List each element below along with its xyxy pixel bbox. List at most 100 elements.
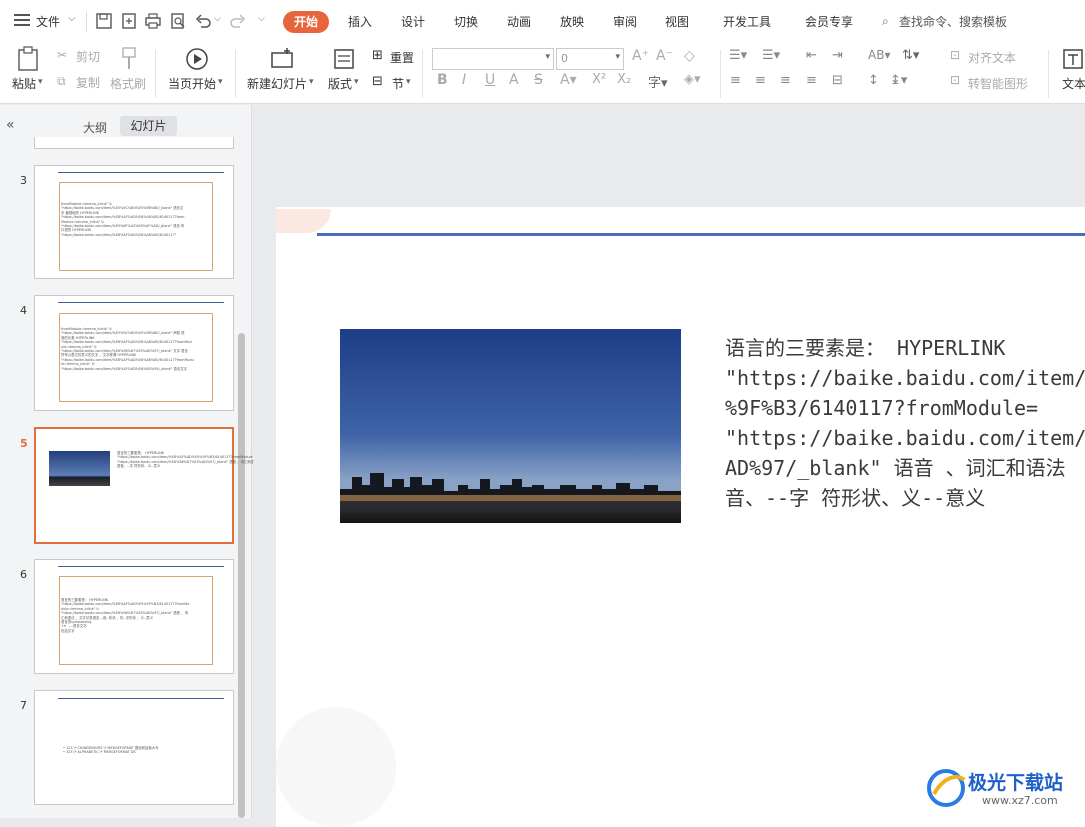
align-text-button[interactable]: 对齐文本 [968, 49, 1016, 66]
highlight-icon[interactable]: ◈▾ [684, 72, 701, 87]
tab-4[interactable]: 动画 [507, 11, 531, 33]
subscript-icon[interactable]: X₂ [617, 72, 631, 87]
font-size-select[interactable]: 0 ▾ [556, 48, 624, 70]
align-right-icon[interactable]: ≡ [780, 73, 791, 88]
slide-thumbnail-partial[interactable] [34, 137, 234, 149]
paste-icon[interactable] [16, 46, 40, 72]
slide-thumbnail-4[interactable]: fromModule=lemma_inlink" \t "https://bai… [34, 295, 234, 411]
tab-8[interactable]: 开发工具 [723, 11, 771, 33]
print-preview-icon[interactable] [169, 12, 187, 30]
chevron-down-icon[interactable]: ⌵ [68, 13, 76, 24]
title-rule [58, 302, 224, 303]
title-rule [58, 566, 224, 567]
chevron-down-icon[interactable]: ▾ [309, 77, 314, 87]
export-pdf-icon[interactable] [120, 12, 138, 30]
more-icon[interactable]: ⌵ [258, 14, 265, 24]
decrease-indent-icon[interactable]: ⇤ [806, 48, 817, 63]
slide-thumbnail-5[interactable]: 语言的三要素是： HYPERLINK "https://baike.baidu.… [34, 427, 283, 544]
numbering-icon[interactable]: ☰▾ [762, 48, 780, 63]
strikethrough-icon[interactable]: S [534, 72, 543, 88]
chevron-down-icon[interactable]: ▾ [218, 77, 223, 87]
chevron-down-icon[interactable]: ▾ [354, 77, 359, 87]
format-painter-button[interactable]: 格式刷 [110, 75, 146, 92]
text-button[interactable]: 文本 [1062, 75, 1085, 92]
phonetic-icon[interactable]: 字▾ [648, 72, 668, 91]
copy-button[interactable]: 复制 [76, 74, 100, 91]
slide-text: fromModule=lemma_inlink" \t "https://bai… [61, 327, 194, 371]
tab-0[interactable]: 开始 [283, 11, 329, 33]
bullets-icon[interactable]: ☰▾ [729, 48, 747, 63]
distribute-icon[interactable]: ⊟ [832, 73, 843, 88]
layout-icon[interactable] [333, 47, 355, 71]
paste-button[interactable]: 粘贴 [12, 75, 36, 92]
divider [720, 50, 721, 98]
slides-tab[interactable]: 幻灯片 [120, 116, 177, 136]
divider [235, 50, 236, 98]
align-left-icon[interactable]: ≡ [730, 73, 741, 88]
print-icon[interactable] [144, 12, 162, 30]
tab-7[interactable]: 视图 [665, 11, 689, 33]
collapse-panel-icon[interactable]: « [6, 117, 15, 133]
slide-body-text[interactable]: 语言的三要素是： HYPERLINK "https://baike.baidu.… [725, 333, 1085, 513]
tab-2[interactable]: 设计 [401, 11, 425, 33]
chevron-down-icon[interactable]: ⌵ [214, 14, 221, 24]
font-color-icon[interactable]: A▾ [560, 72, 577, 88]
tab-9[interactable]: 会员专享 [805, 11, 853, 33]
increase-indent-icon[interactable]: ⇥ [832, 48, 843, 63]
new-slide-icon[interactable] [270, 47, 294, 71]
tab-5[interactable]: 放映 [560, 11, 584, 33]
play-from-current-button[interactable]: 当页开始 [168, 75, 216, 92]
paragraph-spacing-icon[interactable]: ↨▾ [890, 73, 907, 88]
italic-icon[interactable]: I [462, 72, 466, 88]
hamburger-icon[interactable] [14, 14, 30, 26]
superscript-icon[interactable]: X² [592, 72, 606, 87]
outline-tab[interactable]: 大纲 [83, 119, 107, 136]
chevron-down-icon[interactable]: ▾ [38, 77, 43, 87]
thumbnail-image [49, 451, 110, 486]
section-button[interactable]: 节 [392, 75, 404, 92]
reset-button[interactable]: 重置 [390, 49, 414, 66]
save-icon[interactable] [95, 12, 113, 30]
search-icon[interactable]: ⌕ [882, 14, 889, 29]
slide-thumbnail-6[interactable]: 语言的三要素是： HYPERLINK "https://baike.baidu.… [34, 559, 234, 674]
layout-button[interactable]: 版式 [328, 75, 352, 92]
increase-font-icon[interactable]: A⁺ [632, 48, 649, 64]
slide-text: • 123 \* CHINESENUM3 \* MERGEFORMAT 壹佰贰拾… [63, 746, 159, 755]
tab-6[interactable]: 审阅 [613, 11, 637, 33]
text-shadow-icon[interactable]: A [509, 72, 519, 88]
slide-number: 4 [20, 304, 27, 317]
play-icon[interactable] [185, 47, 209, 71]
slide-number: 5 [20, 437, 28, 450]
undo-icon[interactable] [194, 12, 212, 30]
clear-format-icon[interactable]: ◇ [684, 48, 695, 64]
current-slide[interactable]: 语言的三要素是： HYPERLINK "https://baike.baidu.… [276, 207, 1085, 827]
slide-thumbnail-7[interactable]: • 123 \* CHINESENUM3 \* MERGEFORMAT 壹佰贰拾… [34, 690, 234, 805]
panel-scrollbar[interactable] [238, 333, 245, 818]
text-box-icon[interactable]: AB▾ [868, 48, 890, 62]
redo-icon[interactable] [229, 12, 247, 30]
slide-number: 7 [20, 699, 27, 712]
line-spacing-icon[interactable]: ↕ [868, 73, 879, 88]
city-night-image[interactable] [340, 329, 681, 523]
format-painter-icon[interactable] [119, 46, 139, 72]
copy-icon: ⧉ [57, 74, 66, 88]
sort-icon[interactable]: ⇅▾ [902, 48, 919, 63]
bold-icon[interactable]: B [437, 72, 448, 88]
tab-1[interactable]: 插入 [348, 11, 372, 33]
justify-icon[interactable]: ≡ [806, 73, 817, 88]
font-family-select[interactable]: ▾ [432, 48, 554, 70]
file-menu[interactable]: 文件 [36, 11, 60, 33]
text-box-icon[interactable] [1062, 47, 1084, 71]
underline-icon[interactable]: U [485, 72, 495, 88]
search-command[interactable]: 查找命令、搜索模板 [899, 11, 1007, 33]
smart-art-button[interactable]: 转智能图形 [968, 75, 1028, 92]
chevron-down-icon[interactable]: ▾ [406, 77, 411, 87]
reset-icon: ⊞ [372, 48, 383, 63]
tab-3[interactable]: 切换 [454, 11, 478, 33]
decrease-font-icon[interactable]: A⁻ [656, 48, 673, 64]
new-slide-button[interactable]: 新建幻灯片 [247, 75, 307, 92]
slide-thumbnail-3[interactable]: fromModule=lemma_inlink" \t "https://bai… [34, 165, 234, 279]
cut-button[interactable]: 剪切 [76, 48, 100, 65]
align-center-icon[interactable]: ≡ [755, 73, 766, 88]
title-rule [58, 698, 224, 699]
